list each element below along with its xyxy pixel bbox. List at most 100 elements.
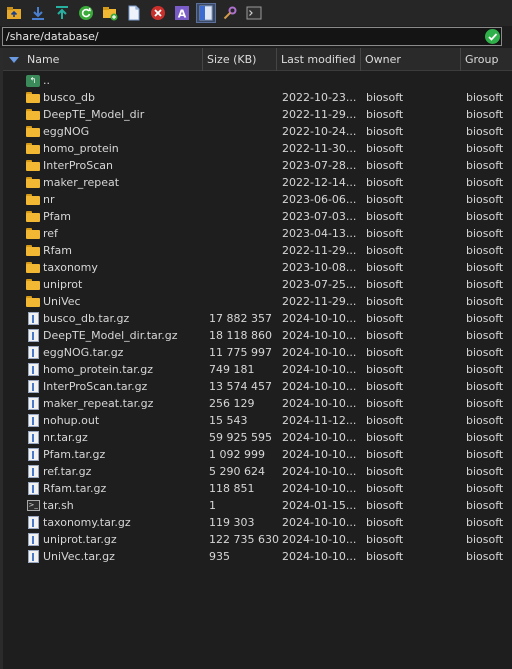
file-modified xyxy=(282,72,364,89)
column-owner-label: Owner xyxy=(365,53,401,66)
file-row[interactable]: taxonomy.tar.gz 119 303 2024-10-10... bioso… xyxy=(3,514,512,531)
checkmark-icon[interactable] xyxy=(485,29,500,44)
file-owner: biosoft xyxy=(366,295,404,308)
refresh-icon[interactable] xyxy=(76,3,96,23)
path-input[interactable]: /share/database/ xyxy=(2,27,502,46)
file-row[interactable]: ref 2023-04-13... biosoft biosoft xyxy=(3,225,512,242)
file-row[interactable]: maker_repeat.tar.gz 256 129 2024-10-10... b… xyxy=(3,395,512,412)
file-size xyxy=(209,208,279,225)
file-owner: biosoft xyxy=(366,414,404,427)
file-row[interactable]: eggNOG 2022-10-24... biosoft biosoft xyxy=(3,123,512,140)
folder-icon xyxy=(25,225,41,242)
file-row[interactable]: busco_db.tar.gz 17 882 357 2024-10-10... bi… xyxy=(3,310,512,327)
folder-icon xyxy=(25,293,41,310)
file-row[interactable]: nr 2023-06-06... biosoft biosoft xyxy=(3,191,512,208)
file-group: biosoft xyxy=(466,499,504,512)
file-group: biosoft xyxy=(466,278,504,291)
column-group-label: Group xyxy=(465,53,499,66)
file-group: biosoft xyxy=(466,193,504,206)
file-row[interactable]: busco_db 2022-10-23... biosoft biosoft xyxy=(3,89,512,106)
column-header-name[interactable]: Name xyxy=(3,48,203,71)
column-header-owner[interactable]: Owner xyxy=(361,48,461,71)
file-row[interactable]: maker_repeat 2022-12-14... biosoft biosoft xyxy=(3,174,512,191)
file-icon xyxy=(25,480,41,497)
split-view-icon[interactable] xyxy=(196,3,216,23)
file-icon xyxy=(25,344,41,361)
file-owner: biosoft xyxy=(366,244,404,257)
file-group: biosoft xyxy=(466,346,504,359)
file-modified: 2024-10-10... xyxy=(282,329,357,342)
file-row[interactable]: homo_protein 2022-11-30... biosoft biosoft xyxy=(3,140,512,157)
file-row[interactable]: Pfam.tar.gz 1 092 999 2024-10-10... biosoft… xyxy=(3,446,512,463)
file-name: homo_protein xyxy=(43,142,119,155)
file-icon-glyph xyxy=(27,533,39,546)
file-size: 13 574 457 xyxy=(209,380,272,393)
new-folder-icon[interactable] xyxy=(100,3,120,23)
svg-text:A: A xyxy=(178,8,187,21)
file-name: DeepTE_Model_dir.tar.gz xyxy=(43,329,178,342)
folder-icon-glyph xyxy=(26,143,40,154)
file-row[interactable]: Rfam 2022-11-29... biosoft biosoft xyxy=(3,242,512,259)
file-name: uniprot xyxy=(43,278,83,291)
file-row[interactable]: eggNOG.tar.gz 11 775 997 2024-10-10... bios… xyxy=(3,344,512,361)
file-size: 119 303 xyxy=(209,516,255,529)
file-icon xyxy=(25,395,41,412)
file-modified: 2023-07-25... xyxy=(282,278,357,291)
file-name: Rfam xyxy=(43,244,72,257)
file-row[interactable]: nr.tar.gz 59 925 595 2024-10-10... biosoft b… xyxy=(3,429,512,446)
file-name: homo_protein.tar.gz xyxy=(43,363,154,376)
file-name: taxonomy xyxy=(43,261,98,274)
file-icon xyxy=(25,429,41,446)
file-row[interactable]: nohup.out 15 543 2024-11-12... biosoft bioso… xyxy=(3,412,512,429)
file-row[interactable]: Pfam 2023-07-03... biosoft biosoft xyxy=(3,208,512,225)
upload-icon[interactable] xyxy=(52,3,72,23)
file-modified: 2024-10-10... xyxy=(282,431,357,444)
file-owner: biosoft xyxy=(366,346,404,359)
file-row[interactable]: UniVec.tar.gz 935 2024-10-10... biosoft bios… xyxy=(3,548,512,565)
file-row[interactable]: InterProScan 2023-07-28... biosoft biosoft xyxy=(3,157,512,174)
file-row[interactable]: ↰.. xyxy=(3,72,512,89)
file-row[interactable]: taxonomy 2023-10-08... biosoft biosoft xyxy=(3,259,512,276)
terminal-icon[interactable] xyxy=(244,3,264,23)
file-row[interactable]: DeepTE_Model_dir 2022-11-29... biosoft bios… xyxy=(3,106,512,123)
file-row[interactable]: uniprot.tar.gz 122 735 630 2024-10-10... bi… xyxy=(3,531,512,548)
file-row[interactable]: uniprot 2023-07-25... biosoft biosoft xyxy=(3,276,512,293)
sort-desc-icon xyxy=(9,53,19,66)
file-row[interactable]: InterProScan.tar.gz 13 574 457 2024-10-10.… xyxy=(3,378,512,395)
parent-folder-icon[interactable] xyxy=(4,3,24,23)
file-owner: biosoft xyxy=(366,193,404,206)
file-modified: 2022-11-30... xyxy=(282,142,357,155)
file-size xyxy=(209,106,279,123)
file-owner: biosoft xyxy=(366,329,404,342)
file-size: 122 735 630 xyxy=(209,533,279,546)
new-file-icon[interactable] xyxy=(124,3,144,23)
file-row[interactable]: DeepTE_Model_dir.tar.gz 18 118 860 2024-10… xyxy=(3,327,512,344)
file-modified: 2022-12-14... xyxy=(282,176,357,189)
file-owner: biosoft xyxy=(366,533,404,546)
file-name: busco_db.tar.gz xyxy=(43,312,130,325)
file-size: 749 181 xyxy=(209,363,255,376)
file-icon xyxy=(25,463,41,480)
column-header-modified[interactable]: Last modified xyxy=(277,48,361,71)
parent-dir-icon: ↰ xyxy=(25,72,41,89)
column-header-group[interactable]: Group xyxy=(461,48,512,71)
search-icon[interactable] xyxy=(220,3,240,23)
column-modified-label: Last modified xyxy=(281,53,356,66)
file-modified: 2023-10-08... xyxy=(282,261,357,274)
file-row[interactable]: >_ tar.sh 1 2024-01-15... biosoft biosoft xyxy=(3,497,512,514)
column-header-size[interactable]: Size (KB) xyxy=(203,48,277,71)
rename-icon[interactable]: A xyxy=(172,3,192,23)
download-icon[interactable] xyxy=(28,3,48,23)
file-modified: 2022-11-29... xyxy=(282,295,357,308)
file-size xyxy=(209,225,279,242)
delete-icon[interactable] xyxy=(148,3,168,23)
file-row[interactable]: ref.tar.gz 5 290 624 2024-10-10... biosoft b… xyxy=(3,463,512,480)
file-row[interactable]: Rfam.tar.gz 118 851 2024-10-10... biosoft bi… xyxy=(3,480,512,497)
file-modified: 2023-07-03... xyxy=(282,210,357,223)
file-row[interactable]: UniVec 2022-11-29... biosoft biosoft xyxy=(3,293,512,310)
file-name: Rfam.tar.gz xyxy=(43,482,107,495)
file-name: nohup.out xyxy=(43,414,100,427)
file-row[interactable]: homo_protein.tar.gz 749 181 2024-10-10... b… xyxy=(3,361,512,378)
file-size xyxy=(209,293,279,310)
file-modified: 2024-10-10... xyxy=(282,465,357,478)
